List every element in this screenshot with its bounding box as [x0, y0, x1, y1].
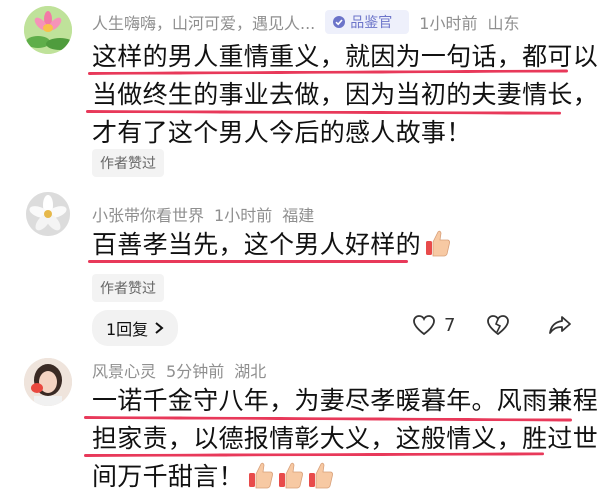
- author-liked-tag: 作者赞过: [92, 149, 164, 177]
- like-count: 7: [444, 314, 456, 336]
- location: 湖北: [234, 362, 267, 381]
- verified-badge-icon: [333, 16, 346, 28]
- like-button[interactable]: 7: [412, 314, 455, 336]
- chevron-right-icon: [155, 322, 164, 334]
- heart-icon: [413, 315, 435, 336]
- comment-text: 这样的男人重情重义，就因为一句话，都可以 当做终生的事业去做，因为当初的夫妻情长…: [92, 38, 598, 152]
- location: 福建: [282, 206, 315, 225]
- thumbs-up-emoji: [248, 461, 274, 489]
- thumbs-up-emoji: [425, 229, 451, 257]
- comment-meta: 风景心灵 5分钟前 湖北: [92, 358, 276, 382]
- thumbs-up-emoji: [278, 461, 304, 489]
- comment-line: 间万千甜言！: [92, 458, 598, 496]
- comment-line: 百善孝当先，这个男人好样的: [92, 226, 451, 264]
- comment-meta: 小张带你看世界 1小时前 福建: [92, 202, 324, 226]
- comment-text: 百善孝当先，这个男人好样的: [92, 226, 451, 264]
- reply-count-button[interactable]: 1回复: [92, 310, 179, 346]
- avatar[interactable]: [26, 192, 70, 236]
- badge-label: 品鉴官: [350, 15, 393, 31]
- share-button[interactable]: [548, 314, 572, 336]
- author-liked-tag: 作者赞过: [92, 274, 164, 302]
- comment-text: 一诺千金守八年，为妻尽孝暖暮年。风雨兼程 担家责，以德报情彰大义，这般情义，胜过…: [92, 382, 598, 496]
- badge: 品鉴官: [325, 10, 410, 34]
- reply-count-label: 1回复: [106, 320, 149, 339]
- username[interactable]: 风景心灵: [92, 362, 156, 381]
- comment-line: 才有了这个男人今后的感人故事！: [92, 118, 472, 147]
- broken-heart-icon: [487, 315, 509, 336]
- comment-line: 一诺千金守八年，为妻尽孝暖暮年。风雨兼程: [92, 386, 599, 415]
- timestamp: 5分钟前: [166, 362, 225, 381]
- comment-line-text: 间万千甜言！: [92, 462, 244, 491]
- comment-line-text: 百善孝当先，这个男人好样的: [92, 230, 421, 259]
- username[interactable]: 人生嗨嗨，山河可爱，遇见人...: [92, 14, 315, 33]
- share-icon: [549, 316, 571, 334]
- thumbs-up-emoji: [308, 461, 334, 489]
- username[interactable]: 小张带你看世界: [92, 206, 204, 225]
- comment-line: 当做终生的事业去做，因为当初的夫妻情长，: [92, 80, 599, 109]
- dislike-button[interactable]: [486, 314, 510, 336]
- timestamp: 1小时前: [419, 14, 478, 33]
- highlight-underline: [88, 260, 408, 263]
- comment-meta: 人生嗨嗨，山河可爱，遇见人... 品鉴官 1小时前 山东: [92, 10, 529, 34]
- avatar[interactable]: [24, 6, 72, 54]
- location: 山东: [487, 14, 520, 33]
- timestamp: 1小时前: [214, 206, 273, 225]
- avatar[interactable]: [24, 358, 72, 406]
